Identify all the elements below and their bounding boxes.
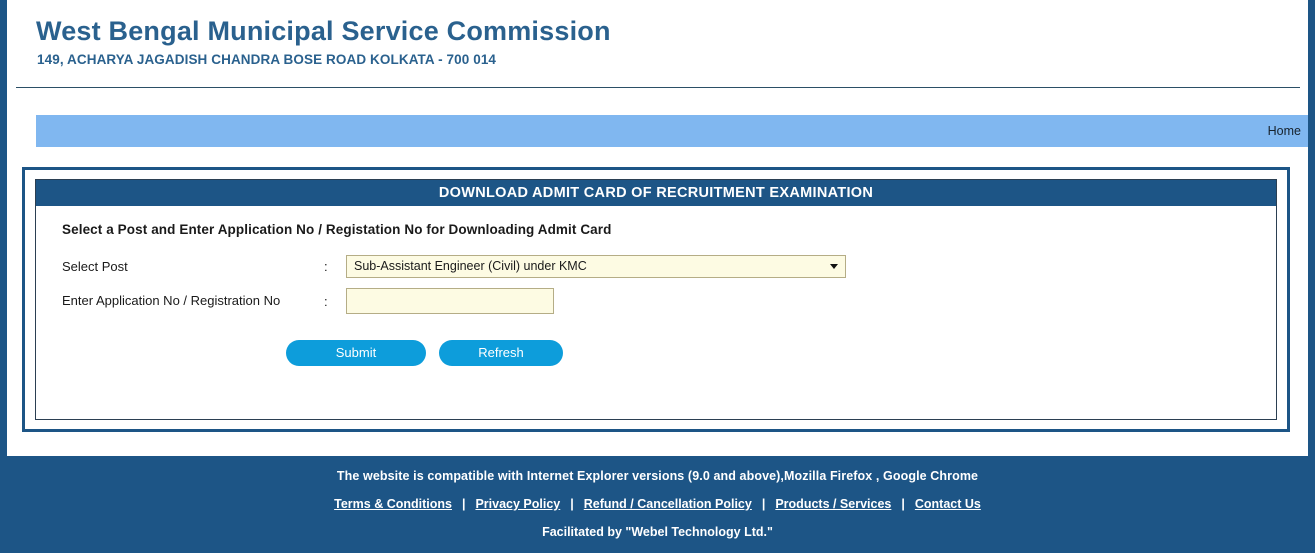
browser-compatibility-text: The website is compatible with Internet … xyxy=(336,469,979,483)
refresh-button[interactable]: Refresh xyxy=(439,340,563,367)
footer-link-separator: | xyxy=(570,497,574,511)
footer-links: Terms & Conditions | Privacy Policy | Refund… xyxy=(0,497,1315,511)
application-label-cell: Enter Application No / Registration No xyxy=(62,288,324,324)
footer-link-products-services[interactable]: Products / Services xyxy=(775,497,891,511)
form-button-row: Submit Refresh xyxy=(62,340,1276,367)
post-colon: : xyxy=(324,259,328,275)
select-post-label: Select Post xyxy=(62,258,128,274)
footer-link-separator: | xyxy=(901,497,905,511)
panel-body: Select a Post and Enter Application No /… xyxy=(36,206,1276,367)
site-address: 149, ACHARYA JAGADISH CHANDRA BOSE ROAD … xyxy=(37,52,497,68)
select-post-wrapper: Sub-Assistant Engineer (Civil) under KMC xyxy=(346,255,846,279)
navigation-bar-wrapper: Home xyxy=(7,88,1308,148)
footer-link-refund-cancellation-policy[interactable]: Refund / Cancellation Policy xyxy=(584,497,752,511)
select-post-dropdown[interactable]: Sub-Assistant Engineer (Civil) under KMC xyxy=(346,255,846,279)
form-instruction-text: Select a Post and Enter Application No /… xyxy=(62,222,612,238)
site-title: West Bengal Municipal Service Commission xyxy=(36,16,611,46)
panel-title: DOWNLOAD ADMIT CARD OF RECRUITMENT EXAMI… xyxy=(36,180,1276,207)
post-input-cell: Sub-Assistant Engineer (Civil) under KMC xyxy=(346,255,846,288)
admit-card-form: Select Post : Sub-Assistant Engineer (Ci… xyxy=(62,255,846,324)
footer-link-separator: | xyxy=(461,497,466,511)
post-label-cell: Select Post xyxy=(62,255,324,288)
application-input-cell xyxy=(346,288,846,324)
navigation-bar: Home xyxy=(36,115,1308,148)
content-panel: DOWNLOAD ADMIT CARD OF RECRUITMENT EXAMI… xyxy=(35,179,1277,421)
facilitated-by-text: Facilitated by "Webel Technology Ltd." xyxy=(542,525,773,539)
submit-button[interactable]: Submit xyxy=(286,340,426,367)
footer-link-contact-us[interactable]: Contact Us xyxy=(915,497,981,511)
application-no-label: Enter Application No / Registration No xyxy=(62,293,281,309)
page-footer: The website is compatible with Internet … xyxy=(0,456,1315,553)
page-body: West Bengal Municipal Service Commission… xyxy=(7,0,1308,456)
footer-link-terms-conditions[interactable]: Terms & Conditions xyxy=(334,497,452,511)
form-row-application: Enter Application No / Registration No : xyxy=(62,288,846,324)
nav-item-home[interactable]: Home xyxy=(1268,124,1301,138)
masthead: West Bengal Municipal Service Commission… xyxy=(7,0,1308,67)
application-no-input[interactable] xyxy=(346,288,554,315)
form-row-post: Select Post : Sub-Assistant Engineer (Ci… xyxy=(62,255,846,288)
footer-link-privacy-policy[interactable]: Privacy Policy xyxy=(475,497,560,511)
footer-link-separator: | xyxy=(761,497,766,511)
application-colon: : xyxy=(324,293,328,309)
content-outer-box: DOWNLOAD ADMIT CARD OF RECRUITMENT EXAMI… xyxy=(22,167,1290,433)
page-border-left xyxy=(0,0,7,456)
page-border-right xyxy=(1308,0,1315,456)
